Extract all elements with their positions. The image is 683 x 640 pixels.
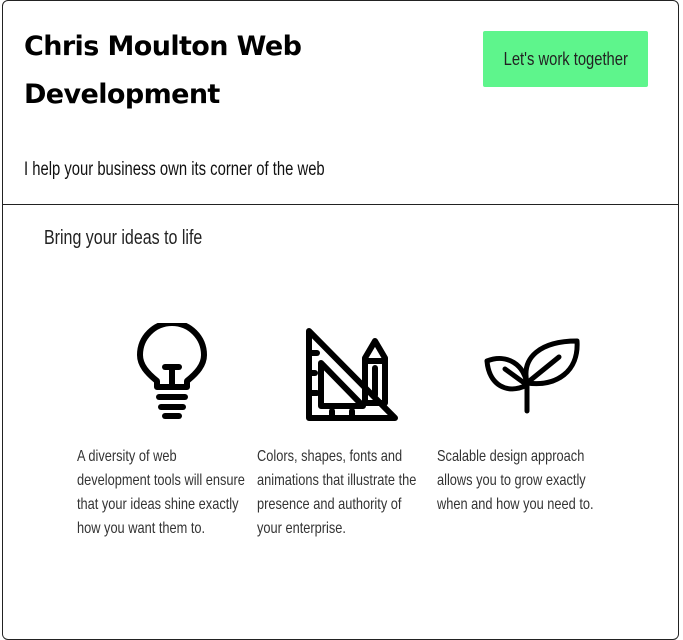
lightbulb-icon xyxy=(137,323,207,419)
feature-growth-text: Scalable design approach allows you to g… xyxy=(437,448,594,513)
page-frame: Chris Moulton Web Development Let's work… xyxy=(2,0,679,640)
ruler-pencil-icon xyxy=(306,328,398,421)
site-title: Chris Moulton Web Development xyxy=(24,31,302,110)
feature-ideas-text: A diversity of web development tools wil… xyxy=(77,448,245,537)
section-heading: Bring your ideas to life xyxy=(44,227,203,249)
site-header: Chris Moulton Web Development Let's work… xyxy=(3,1,678,205)
work-together-button-label: Let's work together xyxy=(503,48,628,69)
feature-design-text: Colors, shapes, fonts and animations tha… xyxy=(257,448,417,537)
tagline: I help your business own its corner of t… xyxy=(24,159,325,180)
sprout-icon xyxy=(484,338,580,414)
work-together-button[interactable]: Let's work together xyxy=(483,31,648,87)
